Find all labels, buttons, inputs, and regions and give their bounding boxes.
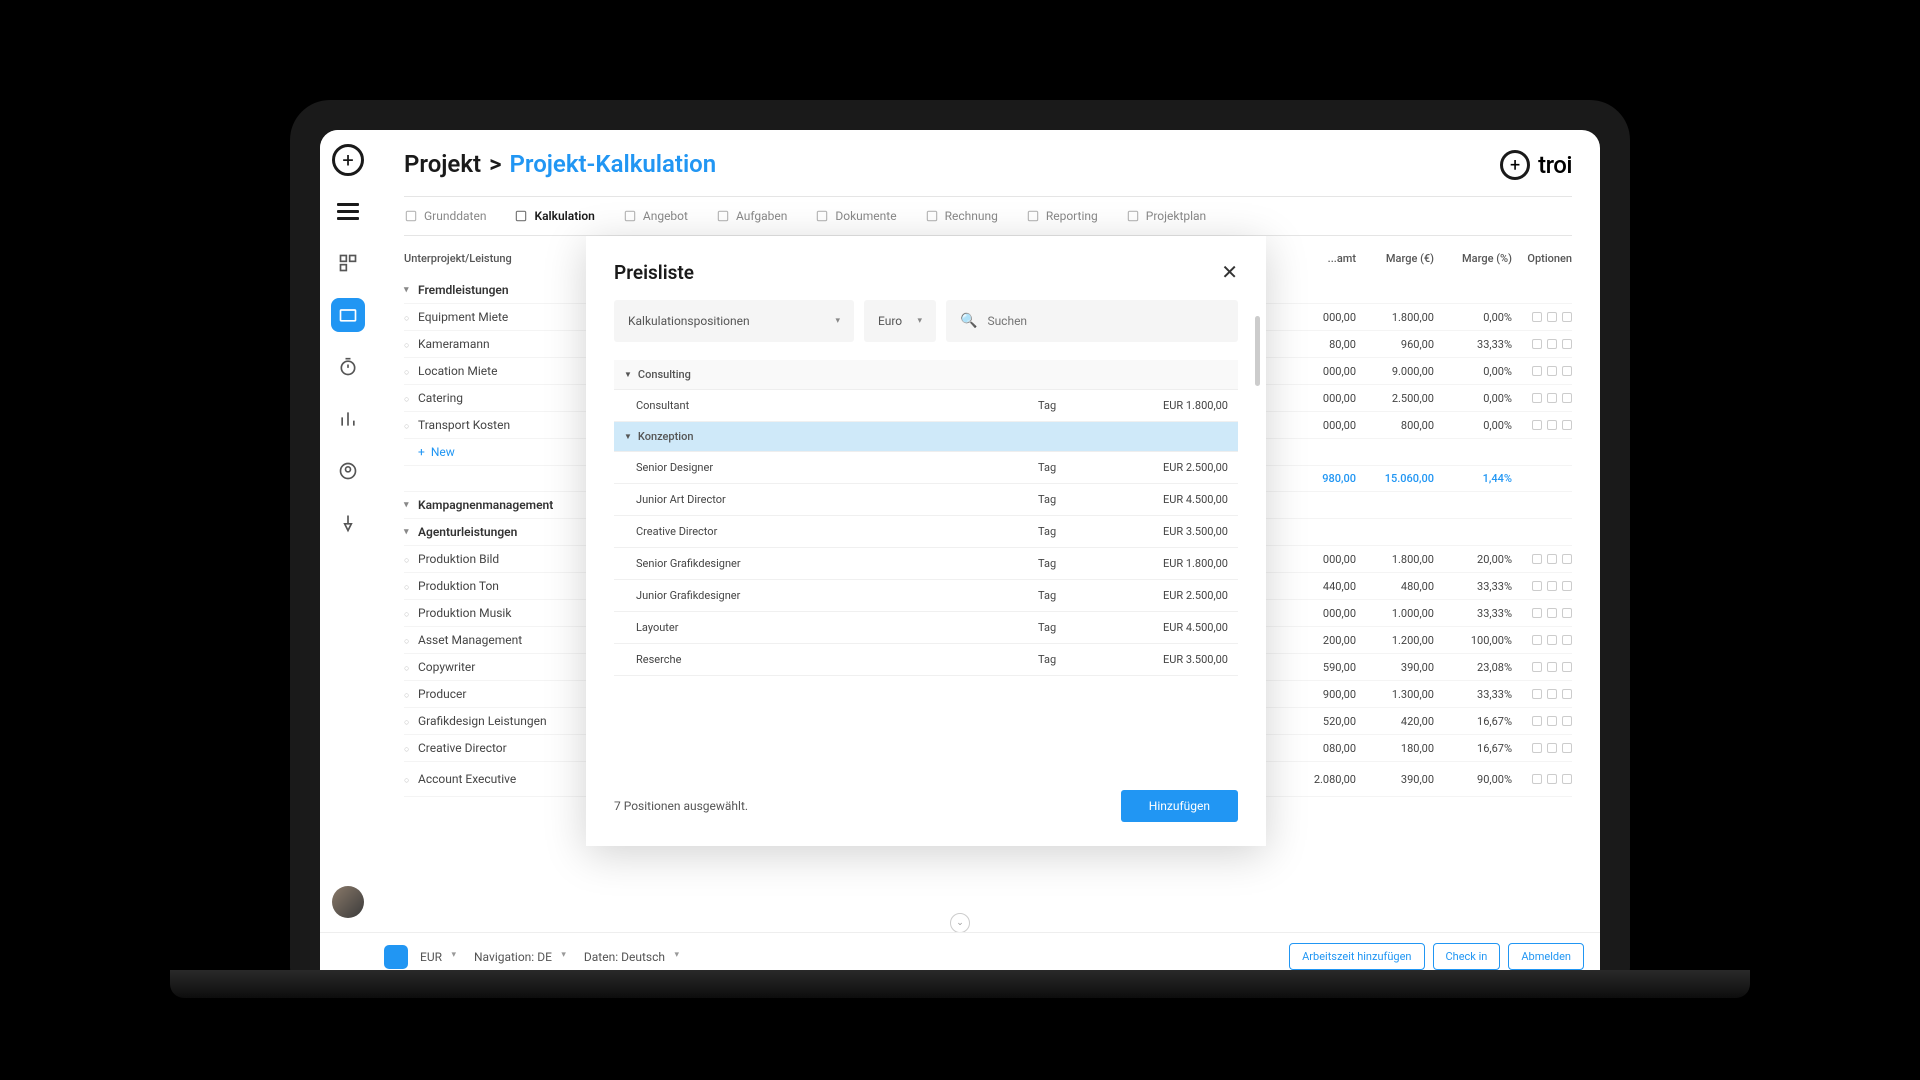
footer-currency[interactable]: EUR — [420, 950, 456, 964]
tab-rechnung[interactable]: Rechnung — [925, 209, 998, 223]
breadcrumb-sep: > — [489, 150, 501, 178]
filter-positions-label: Kalkulationspositionen — [628, 314, 750, 328]
footer-toggle-icon[interactable] — [384, 945, 408, 969]
close-icon[interactable]: ✕ — [1221, 260, 1238, 284]
scroll-handle-icon[interactable]: ⌄ — [950, 913, 970, 933]
main-content: troi Projekt > Projekt-Kalkulation Grund… — [376, 130, 1600, 932]
search-input[interactable] — [987, 314, 1224, 328]
reports-icon[interactable] — [331, 402, 365, 436]
logo-icon[interactable] — [332, 144, 364, 176]
dashboard-icon[interactable] — [331, 246, 365, 280]
col-marge-eur: Marge (€) — [1356, 252, 1434, 265]
chevron-down-icon: ▾ — [917, 316, 922, 326]
add-worktime-button[interactable]: Arbeitszeit hinzufügen — [1289, 943, 1424, 970]
breadcrumb-current: Projekt-Kalkulation — [510, 150, 717, 178]
price-group[interactable]: ▼Consulting — [614, 360, 1238, 390]
footer-data-lang[interactable]: Daten: Deutsch — [584, 950, 679, 964]
pin-icon[interactable] — [331, 506, 365, 540]
checkin-button[interactable]: Check in — [1433, 943, 1501, 970]
search-input-wrapper[interactable]: 🔍 — [946, 300, 1238, 342]
timer-icon[interactable] — [331, 350, 365, 384]
add-button[interactable]: Hinzufügen — [1121, 790, 1238, 822]
brand-mark-icon — [1500, 150, 1530, 180]
project-tabs: Grunddaten Kalkulation Angebot Aufgaben Doku… — [404, 196, 1572, 236]
selection-count: 7 Positionen ausgewählt. — [614, 799, 748, 813]
filter-currency[interactable]: Euro ▾ — [864, 300, 936, 342]
col-optionen: Optionen — [1512, 252, 1572, 265]
avatar[interactable] — [332, 886, 364, 918]
price-item[interactable]: Junior GrafikdesignerTagEUR 2.500,00 — [614, 580, 1238, 612]
search-icon: 🔍 — [960, 313, 977, 329]
price-item[interactable]: ConsultantTagEUR 1.800,00 — [614, 390, 1238, 422]
sidebar — [320, 130, 376, 932]
breadcrumb: Projekt > Projekt-Kalkulation — [404, 150, 1572, 178]
projects-icon[interactable] — [331, 298, 365, 332]
tab-dokumente[interactable]: Dokumente — [815, 209, 896, 223]
tab-aufgaben[interactable]: Aufgaben — [716, 209, 787, 223]
account-icon[interactable] — [331, 454, 365, 488]
price-item[interactable]: Creative DirectorTagEUR 3.500,00 — [614, 516, 1238, 548]
tab-projektplan[interactable]: Projektplan — [1126, 209, 1206, 223]
modal-title: Preisliste — [614, 261, 694, 284]
tab-reporting[interactable]: Reporting — [1026, 209, 1098, 223]
col-gesamt: ...amt — [1278, 252, 1356, 265]
brand-name: troi — [1538, 151, 1572, 179]
price-list: ▼ConsultingConsultantTagEUR 1.800,00▼Kon… — [586, 360, 1266, 774]
brand-logo: troi — [1500, 150, 1572, 180]
tab-kalkulation[interactable]: Kalkulation — [514, 209, 594, 223]
chevron-down-icon: ▾ — [835, 316, 840, 326]
modal-scrollbar[interactable] — [1255, 316, 1260, 386]
price-item[interactable]: Senior GrafikdesignerTagEUR 1.800,00 — [614, 548, 1238, 580]
price-item[interactable]: Junior Art DirectorTagEUR 4.500,00 — [614, 484, 1238, 516]
price-item[interactable]: ResercheTagEUR 3.500,00 — [614, 644, 1238, 676]
tab-angebot[interactable]: Angebot — [623, 209, 688, 223]
col-marge-pct: Marge (%) — [1434, 252, 1512, 265]
footer-navigation[interactable]: Navigation: DE — [474, 950, 566, 964]
price-item[interactable]: Senior DesignerTagEUR 2.500,00 — [614, 452, 1238, 484]
filter-currency-label: Euro — [878, 314, 902, 328]
price-group[interactable]: ▼Konzeption — [614, 422, 1238, 452]
filter-positions[interactable]: Kalkulationspositionen ▾ — [614, 300, 854, 342]
breadcrumb-root[interactable]: Projekt — [404, 150, 481, 178]
logout-button[interactable]: Abmelden — [1508, 943, 1584, 970]
price-item[interactable]: LayouterTagEUR 4.500,00 — [614, 612, 1238, 644]
tab-grunddaten[interactable]: Grunddaten — [404, 209, 486, 223]
footer-bar: EUR Navigation: DE Daten: Deutsch Arbeit… — [320, 932, 1600, 980]
pricelist-modal: Preisliste ✕ Kalkulationspositionen ▾ Eu… — [586, 236, 1266, 846]
menu-icon[interactable] — [331, 194, 365, 228]
